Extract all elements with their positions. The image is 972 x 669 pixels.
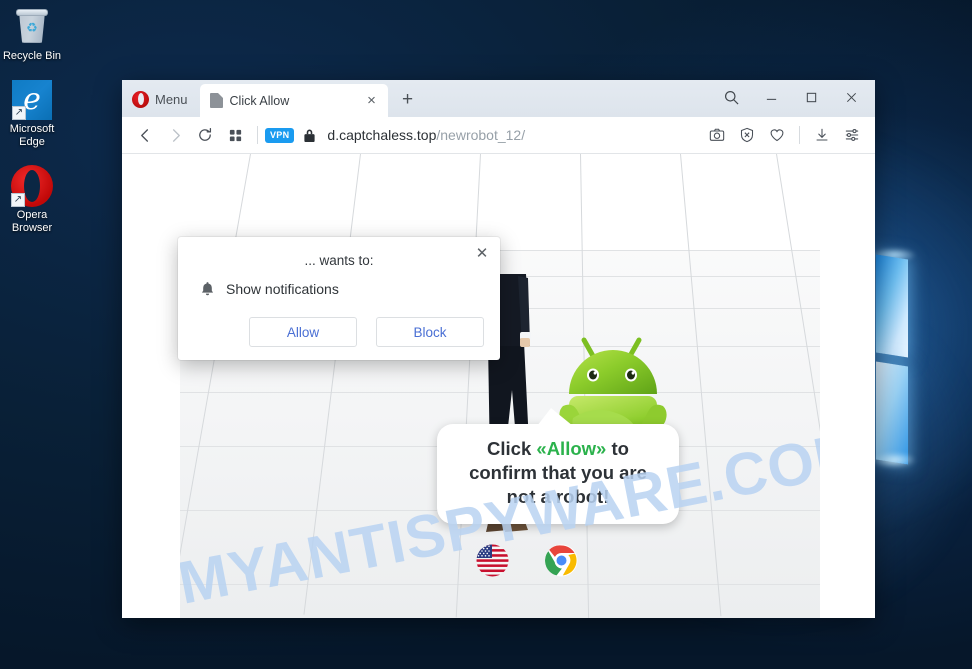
speech-bubble-text: Click «Allow» to confirm that you are no… — [449, 437, 667, 509]
window-search-icon[interactable] — [711, 82, 751, 112]
secure-lock-icon[interactable] — [303, 128, 316, 143]
browser-tab-click-allow[interactable]: Click Allow × — [199, 84, 388, 117]
windows-desktop: ♻ Recycle Bin e ↗ Microsoft Edge ↗ Opera… — [0, 0, 972, 669]
desktop-icon-label: Opera Browser — [11, 209, 53, 234]
desktop-icon-list: ♻ Recycle Bin e ↗ Microsoft Edge ↗ Opera… — [0, 4, 64, 249]
window-maximize-button[interactable] — [791, 82, 831, 112]
bell-icon — [200, 281, 215, 297]
wallpaper-pane-lower — [876, 361, 908, 465]
window-minimize-button[interactable] — [751, 82, 791, 112]
desktop-icon-label: Recycle Bin — [2, 50, 62, 62]
window-close-button[interactable] — [831, 82, 871, 112]
chrome-logo-badge — [545, 544, 578, 577]
allow-button[interactable]: Allow — [249, 317, 357, 347]
shortcut-arrow-icon: ↗ — [11, 193, 25, 207]
opera-browser-window: Menu Click Allow × + VPN d.captchaless.t… — [122, 80, 875, 618]
tab-strip: Menu Click Allow × + — [122, 80, 875, 117]
forward-button[interactable] — [160, 120, 190, 150]
desktop-icon-microsoft-edge[interactable]: e ↗ Microsoft Edge — [0, 77, 64, 149]
recycle-bin-icon: ♻ — [0, 4, 64, 50]
bubble-line3: not a robot! — [506, 486, 610, 507]
dialog-close-icon[interactable]: ✕ — [472, 243, 492, 263]
bubble-line1-pre: Click — [487, 438, 537, 459]
permission-label: Show notifications — [226, 281, 339, 297]
wallpaper-pane-highlight-bottom — [872, 452, 916, 468]
page-favicon-icon — [209, 93, 223, 108]
window-controls — [711, 82, 871, 112]
scam-page-content: Click «Allow» to confirm that you are no… — [180, 154, 820, 618]
permission-row: Show notifications — [192, 281, 486, 297]
bubble-line2: confirm that you are — [469, 462, 647, 483]
dialog-title: ... wants to: — [304, 253, 374, 268]
bubble-allow-highlight: «Allow» — [536, 438, 607, 459]
toolbar-divider-right — [799, 126, 800, 144]
ad-blocker-shield-icon[interactable] — [732, 120, 762, 150]
bottom-badges — [476, 544, 578, 577]
tab-close-icon[interactable]: × — [362, 91, 382, 111]
speed-dial-button[interactable] — [220, 120, 250, 150]
speech-bubble-tail — [537, 408, 573, 426]
dialog-actions: Allow Block — [192, 317, 486, 347]
reload-button[interactable] — [190, 120, 220, 150]
page-viewport: Click «Allow» to confirm that you are no… — [122, 154, 875, 618]
url-path: /newrobot_12/ — [436, 127, 526, 143]
address-bar-actions — [702, 120, 867, 150]
url-host: d.captchaless.top — [327, 127, 437, 143]
wallpaper-pane-upper — [876, 254, 908, 358]
edge-icon: e ↗ — [0, 77, 64, 123]
new-tab-button[interactable]: + — [394, 85, 422, 113]
tab-title: Click Allow — [229, 93, 290, 108]
opera-menu-button[interactable]: Menu — [128, 84, 196, 114]
speech-bubble: Click «Allow» to confirm that you are no… — [437, 408, 679, 524]
toolbar-divider — [257, 126, 258, 144]
block-button[interactable]: Block — [376, 317, 484, 347]
url-text[interactable]: d.captchaless.top/newrobot_12/ — [327, 127, 694, 143]
opera-logo-icon — [132, 90, 149, 108]
vpn-badge[interactable]: VPN — [265, 127, 295, 143]
menu-button-label: Menu — [155, 91, 188, 107]
desktop-icon-label: Microsoft Edge — [9, 123, 55, 148]
back-button[interactable] — [130, 120, 160, 150]
us-flag-badge — [476, 544, 509, 577]
bubble-line1-post: to — [606, 438, 629, 459]
desktop-icon-opera-browser[interactable]: ↗ Opera Browser — [0, 163, 64, 235]
favorites-heart-icon[interactable] — [762, 120, 792, 150]
downloads-icon[interactable] — [807, 120, 837, 150]
easy-setup-icon[interactable] — [837, 120, 867, 150]
snapshot-camera-icon[interactable] — [702, 120, 732, 150]
shortcut-arrow-icon: ↗ — [12, 106, 26, 120]
opera-icon: ↗ — [0, 163, 64, 209]
desktop-icon-recycle-bin[interactable]: ♻ Recycle Bin — [0, 4, 64, 63]
notification-permission-dialog: ✕ ... wants to: Show notifications Allow… — [178, 237, 500, 360]
address-bar: VPN d.captchaless.top/newrobot_12/ — [122, 117, 875, 154]
